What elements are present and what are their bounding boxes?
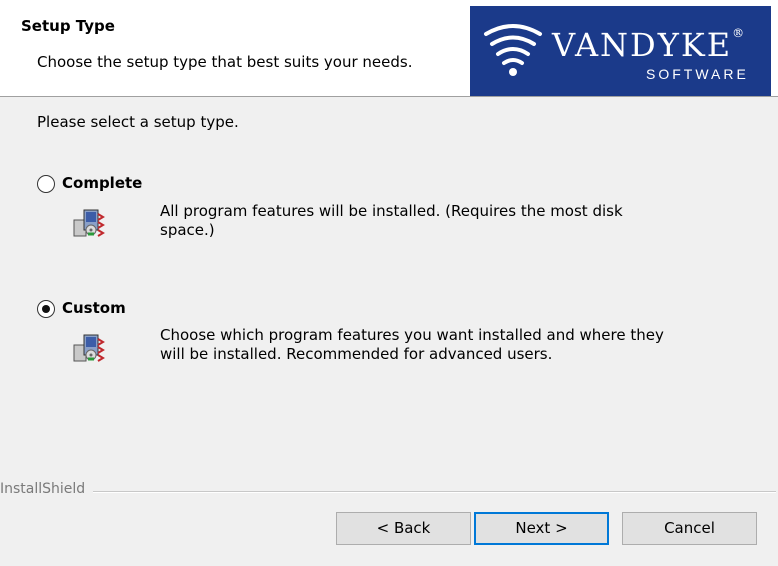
complete-label[interactable]: Complete bbox=[62, 174, 142, 192]
cancel-button[interactable]: Cancel bbox=[622, 512, 757, 545]
custom-radio[interactable] bbox=[37, 300, 55, 318]
page-subtitle: Choose the setup type that best suits yo… bbox=[37, 53, 413, 71]
header-banner: Setup Type Choose the setup type that be… bbox=[0, 0, 778, 96]
logo-brand-text: VANDYKE® bbox=[552, 26, 747, 64]
radio-selected-dot bbox=[42, 305, 50, 313]
custom-label[interactable]: Custom bbox=[62, 299, 126, 317]
vandyke-logo: VANDYKE® SOFTWARE bbox=[470, 6, 771, 96]
header-divider bbox=[0, 96, 778, 97]
next-button[interactable]: Next > bbox=[474, 512, 609, 545]
footer-divider bbox=[93, 491, 776, 493]
installer-package-icon bbox=[73, 209, 105, 237]
back-button[interactable]: < Back bbox=[336, 512, 471, 545]
complete-description: All program features will be installed. … bbox=[160, 202, 623, 239]
custom-description: Choose which program features you want i… bbox=[160, 326, 664, 363]
complete-radio[interactable] bbox=[37, 175, 55, 193]
installshield-label: InstallShield bbox=[0, 481, 86, 497]
page-title: Setup Type bbox=[21, 17, 115, 35]
logo-subtitle-text: SOFTWARE bbox=[646, 66, 749, 82]
installer-package-icon bbox=[73, 334, 105, 362]
wifi-waves-icon bbox=[484, 24, 542, 76]
setup-prompt: Please select a setup type. bbox=[37, 113, 239, 131]
